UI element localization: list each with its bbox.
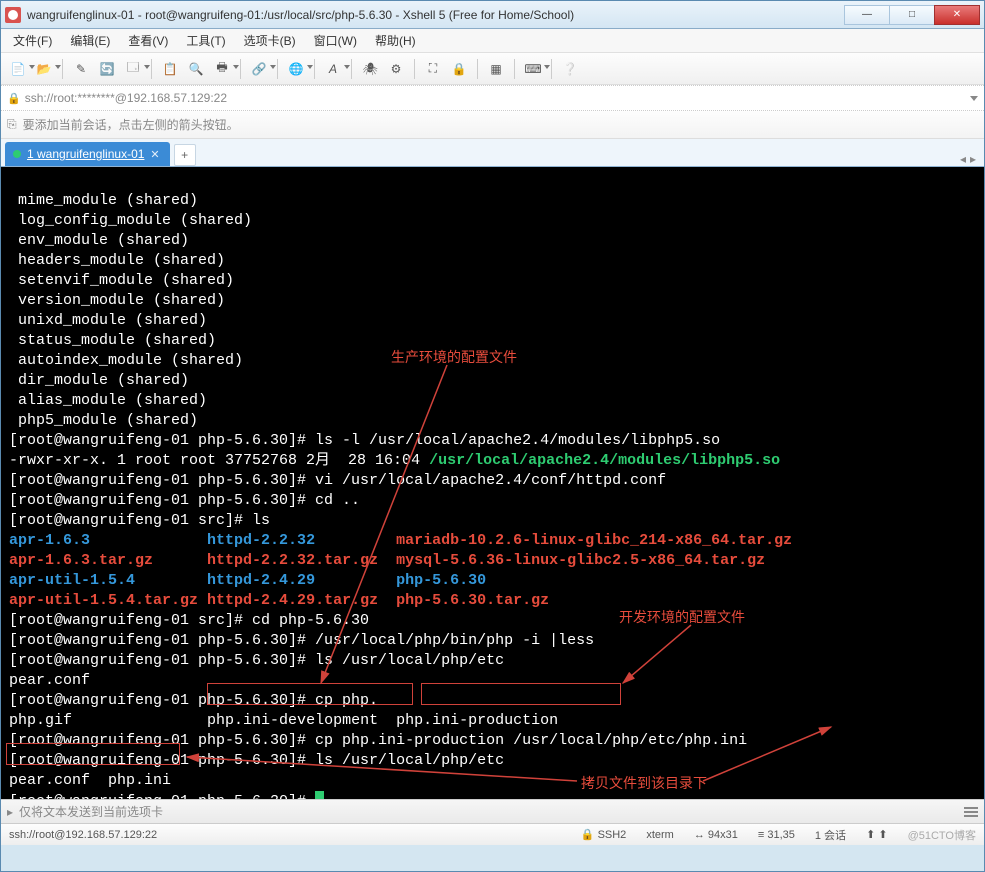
watermark: @51CTO博客 — [908, 827, 976, 843]
link-button[interactable]: 🔗 — [248, 58, 270, 80]
tab-add-button[interactable]: + — [174, 144, 196, 166]
status-s3: ↔ 94x31 — [694, 829, 738, 841]
app-icon — [5, 7, 21, 23]
status-s1: 🔒 SSH2 — [581, 828, 627, 841]
fit-button[interactable]: ⛶ — [422, 58, 444, 80]
menu-tools[interactable]: 工具(T) — [180, 29, 231, 52]
lock-icon: 🔒 — [7, 92, 21, 105]
print-button[interactable]: 🖶 — [211, 58, 233, 80]
find-button[interactable]: 🔍 — [185, 58, 207, 80]
window-titlebar: wangruifenglinux-01 - root@wangruifeng-0… — [1, 1, 984, 29]
open-session-button[interactable]: 📂 — [33, 58, 55, 80]
session-tab[interactable]: 1 wangruifenglinux-01 ✕ — [5, 142, 170, 166]
menu-tab[interactable]: 选项卡(B) — [238, 29, 302, 52]
keyboard-button[interactable]: ⌨ — [522, 58, 544, 80]
menu-file[interactable]: 文件(F) — [7, 29, 58, 52]
hint-bar: ⎘ 要添加当前会话，点击左侧的箭头按钮。 — [1, 111, 984, 139]
hint-icon: ⎘ — [7, 117, 17, 132]
globe-button[interactable]: 🌐 — [285, 58, 307, 80]
tab-prev-icon[interactable]: ◂ — [960, 152, 966, 166]
font-button[interactable]: A — [322, 58, 344, 80]
tab-label: 1 wangruifenglinux-01 — [27, 147, 144, 161]
menu-edit[interactable]: 编辑(E) — [64, 29, 116, 52]
toolbar: 📄 📂 ✎ 🔄 🗔 📋 🔍 🖶 🔗 🌐 A 🕷 ⚙ ⛶ 🔒 ▦ ⌨ ❔ — [1, 53, 984, 85]
send-icon: ▸ — [7, 805, 13, 819]
bug-button[interactable]: 🕷 — [359, 58, 381, 80]
status-s4: ≡ 31,35 — [758, 829, 795, 841]
new-session-button[interactable]: 📄 — [7, 58, 29, 80]
status-bar: ssh://root@192.168.57.129:22 🔒 SSH2 xter… — [1, 823, 984, 845]
hint-text: 要添加当前会话，点击左侧的箭头按钮。 — [23, 116, 239, 133]
status-dot-icon — [13, 150, 21, 158]
refresh-button[interactable]: 🔄 — [96, 58, 118, 80]
address-dropdown-icon[interactable] — [970, 96, 978, 101]
address-text: ssh://root:********@192.168.57.129:22 — [25, 91, 227, 105]
minimize-button[interactable]: — — [844, 5, 890, 25]
copy-button[interactable]: 📋 — [159, 58, 181, 80]
props-button[interactable]: 🗔 — [122, 58, 144, 80]
send-bar[interactable]: ▸ 仅将文本发送到当前选项卡 — [1, 799, 984, 823]
status-up-icon: ⬆ ⬆ — [866, 828, 888, 841]
maximize-button[interactable]: □ — [889, 5, 935, 25]
status-ssh: ssh://root@192.168.57.129:22 — [9, 829, 157, 841]
menu-window[interactable]: 窗口(W) — [308, 29, 363, 52]
terminal-output[interactable]: mime_module (shared) log_config_module (… — [1, 167, 984, 799]
lock-button[interactable]: 🔒 — [448, 58, 470, 80]
wand-button[interactable]: ✎ — [70, 58, 92, 80]
send-menu-icon[interactable] — [964, 807, 978, 817]
terminal-cursor — [315, 791, 324, 799]
send-text: 仅将文本发送到当前选项卡 — [19, 803, 163, 820]
menu-bar: 文件(F) 编辑(E) 查看(V) 工具(T) 选项卡(B) 窗口(W) 帮助(… — [1, 29, 984, 53]
tab-strip: 1 wangruifenglinux-01 ✕ + ◂ ▸ — [1, 139, 984, 167]
tab-next-icon[interactable]: ▸ — [970, 152, 976, 166]
menu-view[interactable]: 查看(V) — [122, 29, 174, 52]
status-s5: 1 会话 — [815, 827, 846, 843]
close-button[interactable]: ✕ — [934, 5, 980, 25]
menu-help[interactable]: 帮助(H) — [369, 29, 422, 52]
grid-button[interactable]: ▦ — [485, 58, 507, 80]
status-s2: xterm — [646, 829, 674, 841]
window-title: wangruifenglinux-01 - root@wangruifeng-0… — [27, 8, 845, 22]
bug2-button[interactable]: ⚙ — [385, 58, 407, 80]
tab-close-icon[interactable]: ✕ — [150, 148, 159, 161]
help-button[interactable]: ❔ — [559, 58, 581, 80]
address-bar[interactable]: 🔒 ssh://root:********@192.168.57.129:22 — [1, 85, 984, 111]
